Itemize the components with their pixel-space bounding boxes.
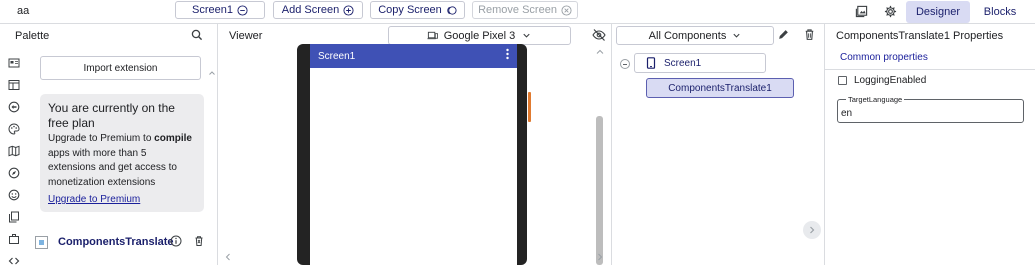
properties-panel: ComponentsTranslate1 Properties Common p… (825, 24, 1035, 265)
storage-icon[interactable] (6, 209, 22, 225)
scroll-left-arrow-icon[interactable] (224, 253, 232, 261)
upgrade-premium-link[interactable]: Upgrade to Premium (48, 194, 196, 205)
sensor-icon[interactable] (6, 165, 22, 181)
palette-title: Palette (15, 30, 50, 42)
visibility-off-icon[interactable] (592, 28, 606, 42)
map-icon[interactable] (6, 143, 22, 159)
layout-icon[interactable] (6, 55, 22, 71)
trash-icon[interactable] (803, 28, 816, 41)
designer-tab[interactable]: Designer (906, 1, 970, 23)
scroll-up-arrow-icon[interactable] (596, 48, 604, 56)
top-toolbar: aa Screen1 Add Screen Copy Screen Remove… (0, 0, 1035, 24)
chevron-down-icon (733, 33, 740, 38)
plan-card-title: You are currently on the free plan (48, 101, 175, 130)
chevron-down-icon (523, 33, 530, 38)
viewer-panel: Viewer Google Pixel 3 Screen1 (218, 24, 612, 265)
blocks-tab[interactable]: Blocks (975, 1, 1025, 23)
viewer-scrollbar-thumb[interactable] (596, 116, 603, 265)
viewer-title: Viewer (229, 30, 263, 42)
import-extension-button[interactable]: Import extension (40, 56, 201, 80)
plan-card-body: Upgrade to Premium to compile apps with … (48, 132, 196, 190)
copy-screen-button[interactable]: Copy Screen (370, 1, 465, 19)
remove-screen-button[interactable]: Remove Screen (472, 1, 578, 19)
logging-enabled-label: LoggingEnabled (854, 75, 927, 86)
scroll-right-arrow-icon[interactable] (596, 253, 604, 261)
plan-body-text-1: Upgrade to Premium to (48, 133, 155, 144)
pencil-icon[interactable] (777, 28, 790, 41)
common-properties-header[interactable]: Common properties (840, 52, 928, 63)
tree-collapse-toggle[interactable] (620, 59, 630, 69)
target-language-field[interactable]: TargetLanguage (837, 95, 1024, 123)
palette-extension-item[interactable]: ComponentsTranslate (35, 233, 210, 251)
device-icon (427, 31, 438, 40)
phone-app-bar: Screen1 (310, 44, 517, 68)
components-filter-label: All Components (648, 29, 727, 42)
device-select[interactable]: Google Pixel 3 (388, 26, 571, 45)
dropdown-circle-icon (237, 4, 248, 16)
overflow-menu-icon (506, 48, 509, 60)
phone-icon (646, 57, 656, 69)
properties-divider (825, 69, 1035, 70)
plan-body-text-2: apps with more than 5 extensions and get… (48, 147, 177, 188)
media-icon[interactable] (6, 99, 22, 115)
project-name: aa (17, 5, 30, 17)
table-icon[interactable] (6, 77, 22, 93)
device-select-label: Google Pixel 3 (443, 29, 516, 42)
tree-item-screen1[interactable]: Screen1 (634, 53, 766, 73)
tree-item-componentstranslate1[interactable]: ComponentsTranslate1 (646, 78, 794, 98)
components-panel: All Components Screen1 ComponentsTransla… (612, 24, 825, 265)
gear-icon[interactable] (882, 3, 898, 19)
palette-icon[interactable] (6, 121, 22, 137)
logging-enabled-checkbox[interactable] (838, 76, 847, 85)
extension-label: ComponentsTranslate (58, 236, 174, 248)
copy-screen-label: Copy Screen (378, 4, 442, 16)
remove-screen-label: Remove Screen (478, 4, 557, 16)
phone-screen-title: Screen1 (318, 50, 356, 62)
social-icon[interactable] (6, 187, 22, 203)
phone-side-button (528, 92, 531, 122)
target-language-label: TargetLanguage (846, 95, 905, 104)
free-plan-card: You are currently on the free plan Upgra… (40, 94, 204, 212)
tree-screen-label: Screen1 (664, 57, 702, 69)
properties-title: ComponentsTranslate1 Properties (836, 30, 1004, 42)
gallery-icon[interactable] (853, 3, 869, 19)
phone-screen[interactable]: Screen1 (310, 44, 517, 265)
trash-icon[interactable] (193, 235, 205, 247)
scroll-right-button[interactable] (803, 221, 821, 239)
phone-mockup: Screen1 (297, 44, 527, 265)
code-icon[interactable] (6, 253, 22, 265)
remove-circle-icon (561, 4, 572, 16)
add-screen-button[interactable]: Add Screen (273, 1, 363, 19)
add-screen-label: Add Screen (281, 4, 340, 16)
info-icon[interactable] (170, 235, 182, 247)
plan-body-bold: compile (154, 133, 192, 144)
extension-image-icon (35, 235, 48, 249)
screen-select-button[interactable]: Screen1 (175, 1, 265, 19)
chevron-right-icon (810, 226, 815, 234)
scroll-up-arrow-icon[interactable] (209, 70, 215, 76)
search-icon[interactable] (191, 29, 203, 41)
target-language-input[interactable] (841, 107, 1019, 120)
add-circle-icon (343, 4, 354, 16)
components-filter-select[interactable]: All Components (616, 26, 774, 45)
copy-icon (446, 5, 457, 16)
screen-select-label: Screen1 (192, 4, 233, 16)
palette-panel: Palette Import extension You are current… (0, 24, 218, 265)
logging-enabled-row[interactable]: LoggingEnabled (838, 75, 926, 86)
connectivity-icon[interactable] (6, 231, 22, 247)
